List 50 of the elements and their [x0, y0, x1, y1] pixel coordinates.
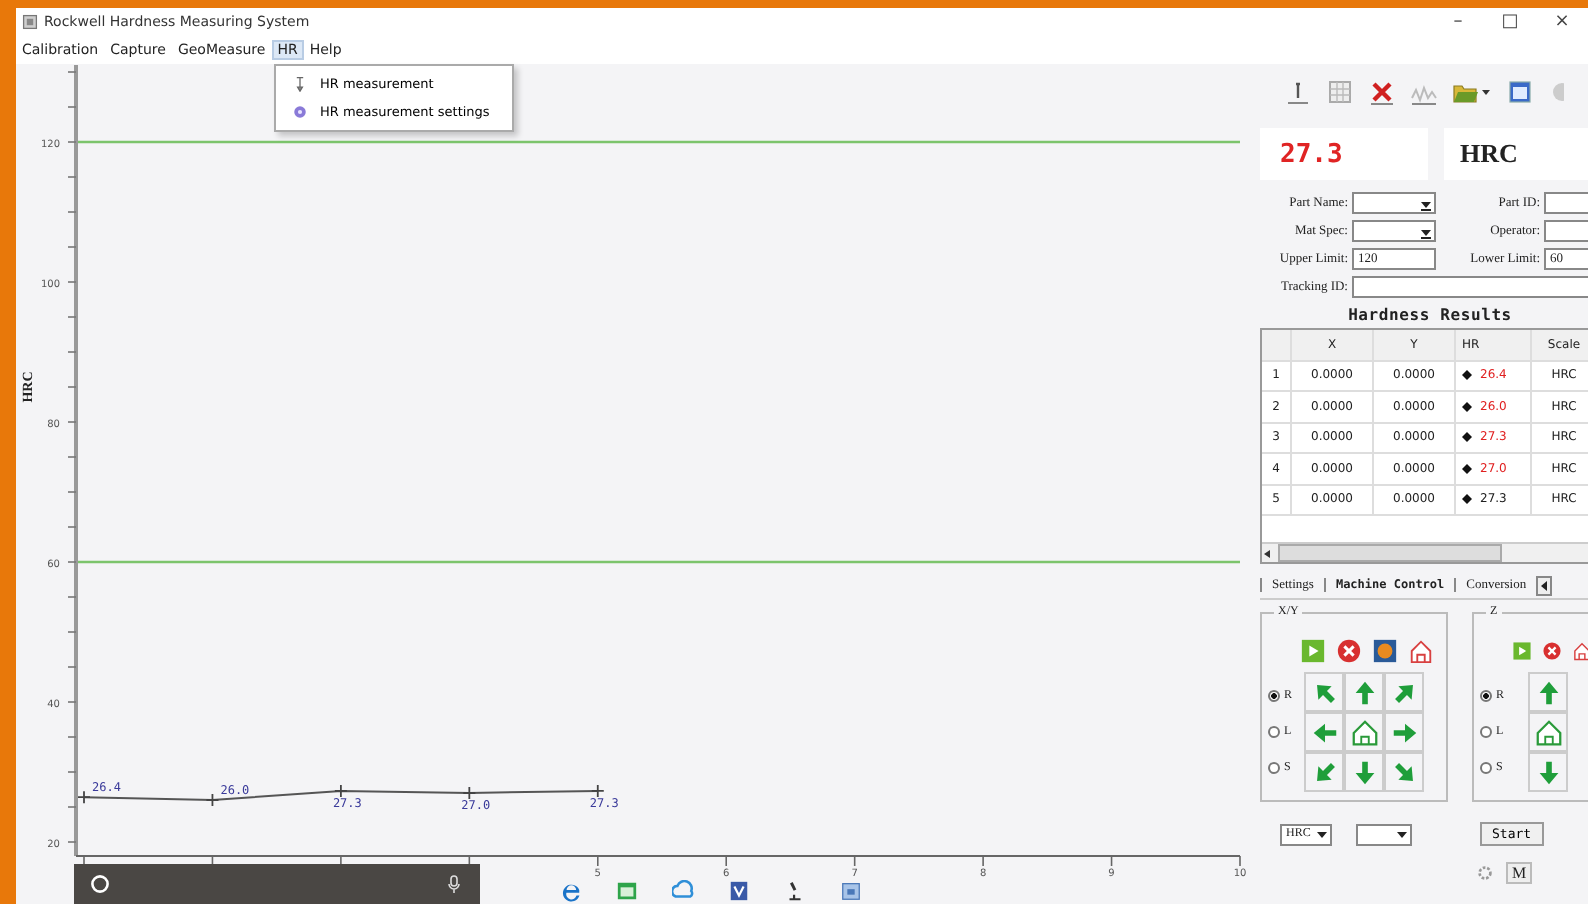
status-label[interactable]: M [1506, 862, 1533, 884]
home-icon[interactable] [1533, 717, 1563, 747]
window-control-button[interactable]: □ [1484, 12, 1536, 32]
microphone-icon [444, 874, 464, 894]
diamond-icon [1462, 401, 1472, 412]
app-window-icon[interactable] [616, 880, 638, 902]
indenter-icon [292, 76, 308, 92]
data-point [205, 793, 220, 807]
window-control-button[interactable]: × [1536, 12, 1588, 32]
dropdown-field[interactable] [1352, 192, 1436, 214]
data-point [590, 784, 605, 798]
diamond-icon [1462, 370, 1472, 381]
section-title: Hardness Results [1346, 306, 1514, 324]
search-icon [90, 874, 110, 894]
input-field[interactable] [1352, 276, 1588, 298]
settings-icon [292, 104, 308, 120]
tab-scroll-icon[interactable] [1536, 575, 1553, 595]
play-icon[interactable] [1512, 638, 1532, 664]
target-icon[interactable] [1372, 638, 1398, 664]
app-icon [22, 14, 38, 30]
window-control-button[interactable]: – [1432, 12, 1484, 32]
diamond-icon [1462, 463, 1472, 474]
dropdown-field[interactable] [1356, 823, 1412, 845]
window-icon[interactable] [1506, 78, 1534, 106]
browser-icon[interactable] [560, 880, 582, 902]
document-icon[interactable] [728, 880, 750, 902]
hardness-value: 27.3 [1260, 128, 1428, 180]
table-icon[interactable] [1326, 78, 1354, 106]
play-icon[interactable] [1300, 638, 1326, 664]
home-icon[interactable] [1349, 717, 1379, 747]
dropdown-arrow-icon [1394, 826, 1410, 842]
data-point [462, 786, 477, 800]
hardness-unit: HRC [1444, 128, 1588, 180]
scroll-left-icon[interactable] [1262, 547, 1274, 559]
delete-icon[interactable] [1368, 78, 1396, 106]
data-point [77, 790, 91, 805]
diamond-icon [1462, 432, 1472, 443]
info-icon[interactable] [1284, 78, 1312, 106]
data-point [334, 784, 348, 798]
cloud-icon[interactable] [672, 880, 694, 902]
input-field[interactable] [1544, 220, 1588, 242]
horizontal-scrollbar[interactable] [1262, 542, 1588, 562]
home-icon[interactable] [1572, 638, 1588, 664]
input-field[interactable] [1544, 192, 1588, 214]
home-icon[interactable] [1408, 638, 1434, 664]
dropdown-arrow-icon [1314, 826, 1330, 842]
stop-icon[interactable] [1336, 638, 1362, 664]
stop-icon[interactable] [1542, 638, 1562, 664]
dropdown-field[interactable] [1352, 220, 1436, 242]
diamond-icon [1462, 494, 1472, 505]
